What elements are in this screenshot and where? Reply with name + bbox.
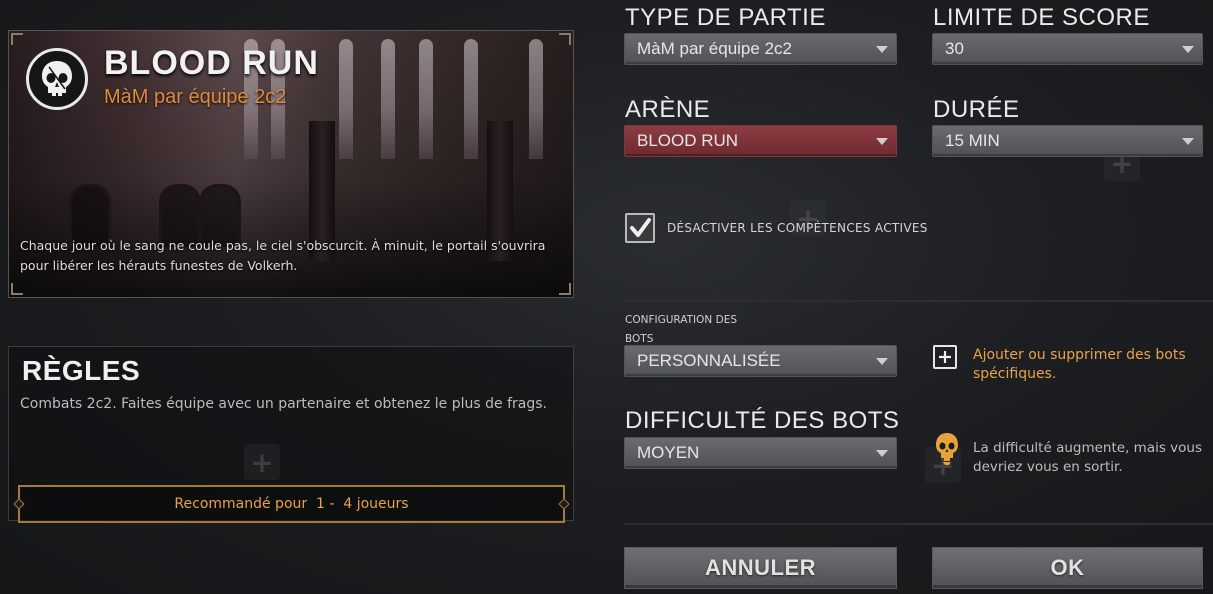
duration-dropdown[interactable]: 15 MIN [932, 125, 1203, 157]
stained-window [381, 39, 395, 159]
disable-skills-checkbox[interactable] [625, 213, 655, 243]
add-bots-button[interactable] [933, 345, 957, 369]
arena-label: ARÈNE [625, 96, 711, 123]
stained-window [339, 39, 353, 159]
chevron-down-icon [876, 46, 888, 53]
warning-skull-icon [934, 432, 960, 470]
arena-dropdown[interactable]: BLOOD RUN [624, 125, 897, 157]
frame-corner [559, 283, 571, 295]
divider [624, 523, 1213, 525]
bots-difficulty-dropdown[interactable]: MOYEN [624, 437, 897, 469]
ok-button[interactable]: OK [932, 547, 1203, 589]
bots-config-value: PERSONNALISÉE [637, 351, 781, 370]
disable-skills-label: DÉSACTIVER LES COMPÉTENCES ACTIVES [667, 221, 928, 235]
stained-window [464, 39, 478, 159]
duration-label: DURÉE [933, 96, 1020, 123]
frame-corner [11, 283, 23, 295]
recommended-players-banner: Recommandé pour 1 - 4 joueurs [13, 485, 570, 523]
recommended-players-text: Recommandé pour 1 - 4 joueurs [174, 496, 409, 512]
chevron-down-icon [876, 450, 888, 457]
game-type-dropdown[interactable]: MàM par équipe 2c2 [624, 33, 897, 65]
rules-title: RÈGLES [22, 355, 141, 386]
map-mode: MàM par équipe 2c2 [104, 86, 287, 108]
map-description: Chaque jour où le sang ne coule pas, le … [20, 238, 546, 273]
skull-icon [26, 48, 88, 110]
add-bots-link[interactable]: Ajouter ou supprimer des bots spécifique… [973, 346, 1193, 384]
arena-value: BLOOD RUN [637, 131, 739, 150]
rules-text: Combats 2c2. Faites équipe avec un parte… [20, 396, 547, 412]
game-type-value: MàM par équipe 2c2 [637, 39, 792, 58]
score-limit-dropdown[interactable]: 30 [932, 33, 1203, 65]
frame-corner [559, 33, 571, 45]
bots-difficulty-value: MOYEN [637, 443, 700, 462]
stained-window [419, 39, 433, 159]
score-limit-value: 30 [945, 39, 964, 58]
chevron-down-icon [1182, 46, 1194, 53]
difficulty-hint: La difficulté augmente, mais vous devrie… [973, 440, 1203, 475]
checkmark-icon [630, 218, 651, 237]
game-type-label: TYPE DE PARTIE [625, 4, 826, 31]
chevron-down-icon [1182, 138, 1194, 145]
frame-corner [11, 33, 23, 45]
bots-config-label: CONFIGURATION DES BOTS [625, 311, 737, 349]
watermark-plus-icon: + [244, 444, 280, 480]
duration-value: 15 MIN [945, 131, 1000, 150]
bots-difficulty-label: DIFFICULTÉ DES BOTS [625, 407, 900, 434]
bots-config-label-line1: CONFIGURATION DES [625, 314, 737, 326]
bots-config-dropdown[interactable]: PERSONNALISÉE [624, 345, 897, 377]
divider [624, 300, 1213, 302]
chevron-down-icon [876, 358, 888, 365]
plus-icon [939, 351, 951, 363]
map-title: BLOOD RUN [104, 44, 319, 82]
cancel-button[interactable]: ANNULER [624, 547, 897, 589]
chevron-down-icon [876, 138, 888, 145]
score-limit-label: LIMITE DE SCORE [933, 4, 1150, 31]
stained-window [529, 39, 543, 159]
